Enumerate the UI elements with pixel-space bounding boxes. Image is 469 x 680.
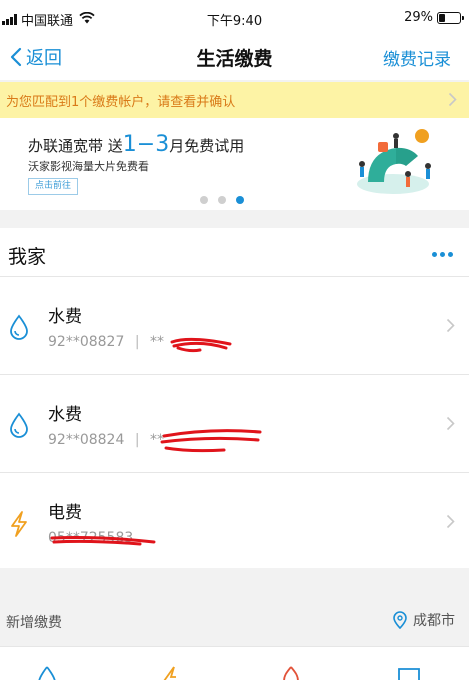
carousel-dots <box>200 196 244 204</box>
carousel-dot[interactable] <box>200 196 208 204</box>
banner-go-button[interactable]: 点击前往 <box>28 178 78 195</box>
lightning-icon[interactable] <box>160 665 182 680</box>
chevron-right-icon <box>448 92 457 107</box>
status-right: 29% <box>404 10 464 25</box>
status-bar: 中国联通 下午9:40 29% <box>0 0 469 40</box>
water-drop-icon[interactable] <box>36 665 58 680</box>
banner-highlight: 1−3 <box>122 132 170 157</box>
account-type: 水费 <box>48 405 82 425</box>
notice-text: 为您匹配到1个缴费帐户，请查看并确认 <box>6 95 236 110</box>
nav-bar: 返回 生活缴费 缴费记录 <box>0 40 469 80</box>
battery-percent: 29% <box>404 10 433 25</box>
divider <box>0 276 469 277</box>
redaction-scribble <box>50 536 156 546</box>
tv-icon[interactable] <box>396 665 422 680</box>
city-name: 成都市 <box>413 613 455 629</box>
banner-headline: 办联通宽带 送1−3月免费试用 <box>28 132 245 157</box>
divider <box>0 374 469 375</box>
carousel-dot[interactable] <box>236 196 244 204</box>
battery-icon <box>437 11 464 24</box>
water-drop-icon <box>10 412 28 438</box>
add-payment-options <box>0 646 469 680</box>
location-pin-icon <box>393 611 407 629</box>
carousel-dot[interactable] <box>218 196 226 204</box>
more-icon[interactable] <box>432 252 453 257</box>
account-match-notice[interactable]: 为您匹配到1个缴费帐户，请查看并确认 <box>0 82 469 118</box>
promo-banner[interactable]: 办联通宽带 送1−3月免费试用 沃家影视海量大片免费看 点击前往 <box>0 118 469 210</box>
banner-subtitle: 沃家影视海量大片免费看 <box>28 160 149 173</box>
add-payment-header: 新增缴费 成都市 <box>0 596 469 646</box>
account-group: 我家 水费 92**08827 | ** 水费 92**08824 | ** 电… <box>0 228 469 568</box>
chevron-right-icon <box>446 514 455 529</box>
account-type: 电费 <box>48 503 82 523</box>
redaction-scribble <box>160 429 262 453</box>
group-title: 我家 <box>8 246 47 268</box>
redaction-scribble <box>170 337 232 353</box>
account-row[interactable]: 水费 92**08824 | ** <box>0 374 469 472</box>
banner-illustration <box>357 129 431 194</box>
account-type: 水费 <box>48 307 82 327</box>
clock: 下午9:40 <box>206 14 263 29</box>
divider <box>0 472 469 473</box>
account-row[interactable]: 水费 92**08827 | ** <box>0 276 469 374</box>
flame-icon[interactable] <box>280 665 302 680</box>
account-number: 92**08824 | ** <box>48 432 164 448</box>
add-payment-label: 新增缴费 <box>6 615 62 631</box>
chevron-right-icon <box>446 416 455 431</box>
water-drop-icon <box>10 314 28 340</box>
chevron-right-icon <box>446 318 455 333</box>
account-row[interactable]: 电费 05**725583 <box>0 472 469 570</box>
battery-level <box>439 13 445 22</box>
account-number: 92**08827 | ** <box>48 334 164 350</box>
city-selector[interactable]: 成都市 <box>393 610 455 630</box>
lightning-icon <box>11 511 27 537</box>
payment-history-button[interactable]: 缴费记录 <box>383 45 451 70</box>
screen: 中国联通 下午9:40 29% 返回 生活缴费 缴费记录 为您匹配到1个缴费帐户… <box>0 0 469 680</box>
